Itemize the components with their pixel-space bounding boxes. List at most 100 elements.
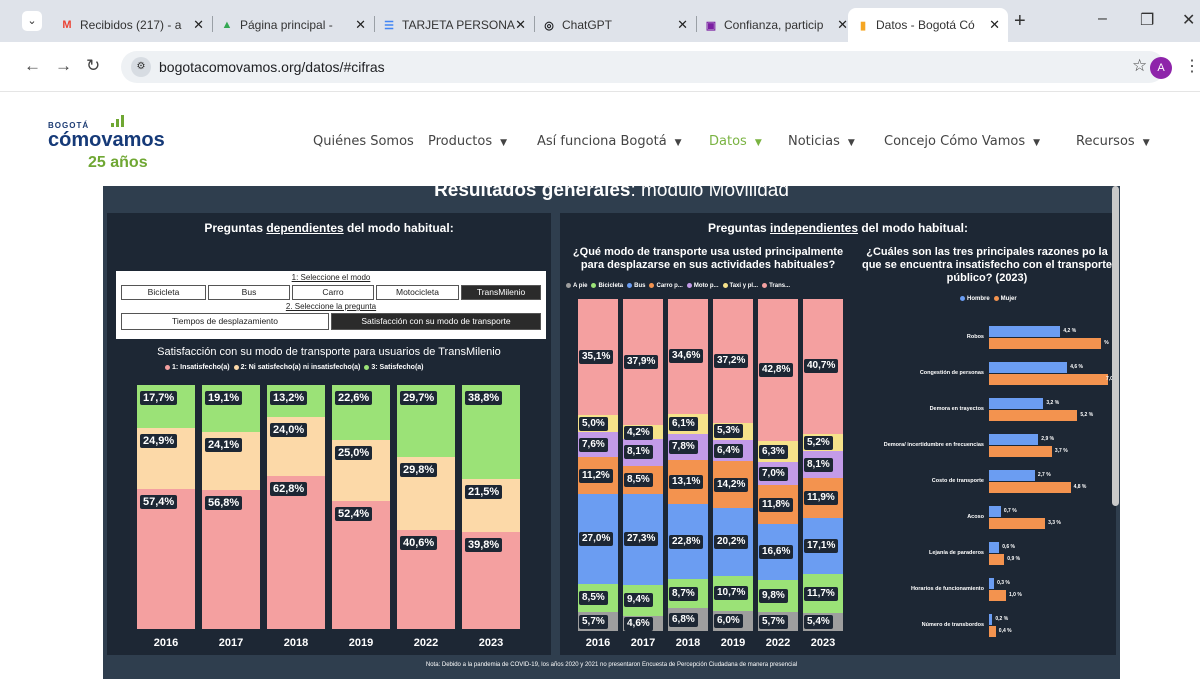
tab-close-icon[interactable]: ✕ — [355, 17, 366, 33]
bar-segment[interactable] — [989, 626, 996, 637]
bar-segment[interactable] — [989, 614, 993, 625]
bar-segment[interactable] — [989, 542, 1000, 553]
reasons-chart-title: ¿Cuáles son las tres principales razones… — [861, 246, 1112, 284]
bar-segment[interactable] — [989, 326, 1061, 337]
nav-item-qui-nes-somos[interactable]: Quiénes Somos — [313, 134, 414, 149]
mode-button-bicicleta[interactable]: Bicicleta — [121, 285, 206, 300]
data-label: 6,8% — [669, 612, 698, 627]
data-label: 0,2 % — [995, 616, 1009, 622]
address-bar[interactable]: ⚙ bogotacomovamos.org/datos/#cifras ☆ — [121, 51, 1165, 83]
site-info-icon[interactable]: ⚙ — [131, 57, 151, 77]
nav-item-noticias[interactable]: Noticias ▼ — [788, 134, 855, 149]
data-label: 6,0% — [714, 614, 743, 629]
close-window-icon[interactable]: ✕ — [1182, 10, 1195, 30]
chevron-down-icon: ▼ — [1033, 138, 1041, 148]
nav-item-as-funciona-bogot-[interactable]: Así funciona Bogotá ▼ — [537, 134, 682, 149]
mode-selector: 1: Seleccione el modo Bicicleta Bus Carro M… — [116, 271, 546, 339]
data-label: 8,5% — [624, 472, 653, 487]
tab-close-icon[interactable]: ✕ — [515, 17, 526, 33]
bar-segment[interactable] — [989, 506, 1001, 517]
chevron-down-icon: ▼ — [500, 138, 508, 148]
logo-main[interactable]: cómovamos — [48, 129, 165, 152]
browser-tab[interactable]: ▣ Confianza, particip ✕ — [696, 8, 856, 42]
legend-item: Taxi y pl... — [722, 283, 758, 289]
browser-tab[interactable]: M Recibidos (217) - a ✕ — [52, 8, 212, 42]
legend-label: Hombre — [967, 296, 990, 303]
profile-avatar[interactable]: A — [1150, 57, 1172, 79]
back-icon[interactable]: ← — [24, 56, 41, 76]
nav-label: Recursos — [1076, 134, 1135, 149]
mode-button-bus[interactable]: Bus — [208, 285, 290, 300]
page-scrollbar[interactable] — [1112, 186, 1119, 506]
tab-close-icon[interactable]: ✕ — [677, 17, 688, 33]
bar-segment[interactable] — [989, 482, 1071, 493]
x-tick-label: 2022 — [413, 637, 439, 649]
legend-item: A pie — [566, 283, 587, 289]
data-label: 40,7% — [804, 359, 839, 374]
mode-button-transmilenio[interactable]: TransMilenio — [461, 285, 541, 300]
reload-icon[interactable]: ↻ — [86, 56, 100, 76]
bar-segment[interactable] — [989, 446, 1052, 457]
bar-segment[interactable] — [989, 590, 1006, 601]
bar-segment[interactable] — [989, 470, 1035, 481]
tab-close-icon[interactable]: ✕ — [837, 17, 848, 33]
browser-tab[interactable]: ☰ TARJETA PERSONA ✕ — [374, 8, 534, 42]
bar-segment[interactable] — [989, 374, 1108, 385]
y-tick-label: Congestión de personas — [919, 370, 984, 376]
tab-close-icon[interactable]: ✕ — [193, 17, 204, 33]
data-label: 16,6% — [759, 544, 794, 559]
bar-segment[interactable] — [989, 554, 1005, 565]
bookmark-star-icon[interactable]: ☆ — [1132, 56, 1147, 76]
bar-segment[interactable] — [989, 362, 1068, 373]
nav-item-concejo-c-mo-vamos[interactable]: Concejo Cómo Vamos ▼ — [884, 134, 1040, 149]
data-label: 24,9% — [140, 434, 178, 449]
browser-tab[interactable]: ◎ ChatGPT ✕ — [534, 8, 696, 42]
mode-button-carro[interactable]: Carro — [292, 285, 374, 300]
new-tab-button[interactable]: + — [1014, 10, 1026, 33]
data-label: 5,2 % — [1080, 412, 1094, 418]
restore-icon[interactable]: ❐ — [1140, 10, 1154, 30]
forward-icon[interactable]: → — [55, 56, 72, 76]
legend-dot-icon — [686, 283, 692, 288]
minimize-icon[interactable]: – — [1098, 10, 1107, 28]
tab-close-icon[interactable]: ✕ — [989, 17, 1000, 33]
chevron-down-icon: ▼ — [1142, 138, 1150, 148]
browser-tab[interactable]: ▮ Datos - Bogotá Có ✕ — [848, 8, 1008, 42]
data-label: 56,8% — [205, 496, 243, 511]
legend-label: 1: Insatisfecho(a) — [172, 364, 230, 371]
data-label: 5,7% — [579, 614, 608, 629]
bar-segment[interactable] — [989, 338, 1102, 349]
question-travel-time-button[interactable]: Tiempos de desplazamiento — [121, 313, 329, 330]
legend-item: Mujer — [993, 296, 1017, 302]
data-label: 0,7 % — [1003, 508, 1017, 514]
address-bar-row: ← → ↻ ⚙ bogotacomovamos.org/datos/#cifra… — [0, 42, 1200, 92]
bar-segment[interactable] — [989, 518, 1046, 529]
mode-button-motocicleta[interactable]: Motocicleta — [376, 285, 459, 300]
browser-tab[interactable]: ▲ Página principal - ✕ — [212, 8, 374, 42]
nav-label: Quiénes Somos — [313, 134, 414, 149]
data-label: 21,5% — [465, 485, 503, 500]
nav-item-datos[interactable]: Datos ▼ — [709, 134, 762, 149]
bar-segment[interactable] — [989, 578, 995, 589]
legend-item: Bus — [627, 283, 645, 289]
data-label: 0,3 % — [997, 580, 1010, 586]
legend-label: Bus — [634, 283, 646, 290]
nav-item-productos[interactable]: Productos ▼ — [428, 134, 507, 149]
bar-segment[interactable] — [137, 488, 195, 629]
bar-segment[interactable] — [202, 490, 260, 629]
bar-segment[interactable] — [989, 434, 1039, 445]
data-label: % — [1104, 340, 1109, 346]
x-tick-label: 2016 — [585, 637, 611, 649]
data-label: 0,4 % — [998, 628, 1012, 634]
question-satisfaction-button[interactable]: Satisfacción con su modo de transporte — [331, 313, 541, 330]
tab-search-icon[interactable]: ⌄ — [22, 11, 42, 31]
bar-segment[interactable] — [267, 475, 325, 629]
satisfaction-legend: 1: Insatisfecho(a) 2: Ni satisfecho(a) ni… — [165, 364, 428, 371]
bar-segment[interactable] — [989, 398, 1044, 409]
browser-menu-icon[interactable]: ⋮ — [1184, 56, 1200, 76]
nav-item-recursos[interactable]: Recursos ▼ — [1076, 134, 1150, 149]
legend-dot-icon — [233, 364, 239, 370]
y-tick-label: Robos — [966, 334, 984, 340]
data-label: 4,6% — [624, 616, 653, 631]
bar-segment[interactable] — [989, 410, 1078, 421]
